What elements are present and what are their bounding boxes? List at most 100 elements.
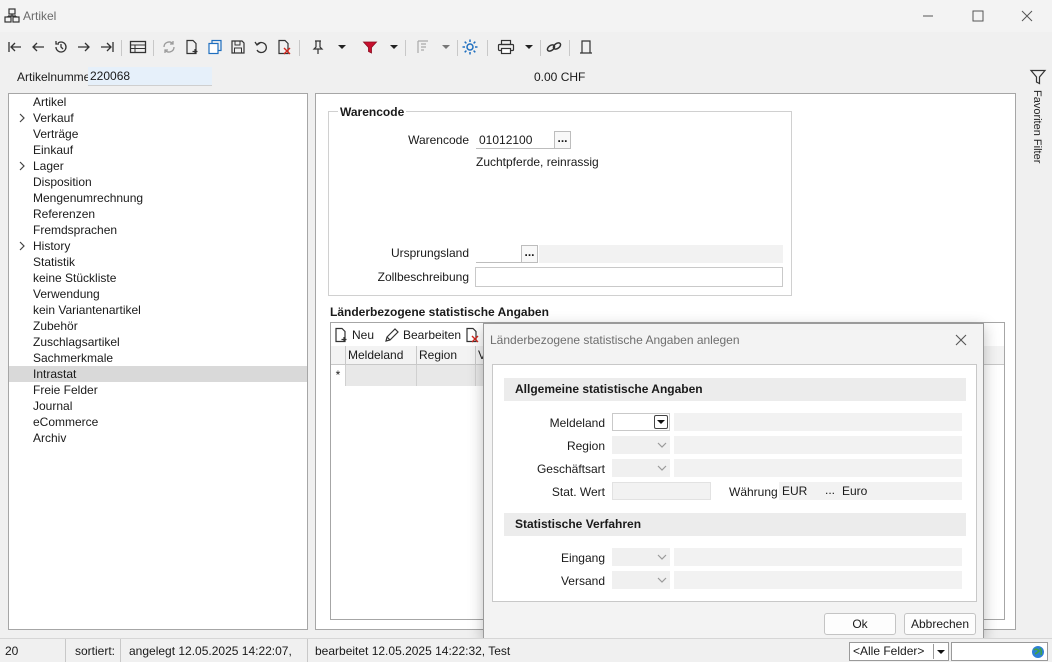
delete-entry-button[interactable] bbox=[464, 326, 480, 343]
new-document-icon[interactable] bbox=[182, 37, 202, 57]
filter-icon[interactable] bbox=[360, 37, 380, 57]
previous-record-icon[interactable] bbox=[28, 37, 48, 57]
favorites-filter-tab[interactable]: Favoriten Filter bbox=[1026, 68, 1048, 178]
table-view-icon[interactable] bbox=[128, 37, 148, 57]
chevron-right-icon[interactable] bbox=[16, 238, 28, 254]
meldeland-select[interactable] bbox=[612, 413, 670, 431]
new-entry-button[interactable]: Neu bbox=[333, 326, 374, 343]
last-record-icon[interactable] bbox=[97, 37, 117, 57]
record-count: 20 Einträge bbox=[0, 639, 66, 662]
toolbar-separator bbox=[405, 40, 406, 56]
artikelnummer-field[interactable]: 220068 bbox=[88, 67, 212, 86]
warencode-label: Warencode bbox=[408, 133, 469, 147]
dialog-close-icon[interactable] bbox=[953, 332, 969, 348]
nav-item[interactable]: Fremdsprachen bbox=[9, 222, 307, 238]
nav-item[interactable]: Statistik bbox=[9, 254, 307, 270]
nav-item-label: Mengenumrechnung bbox=[33, 191, 144, 205]
laender-dialog: Länderbezogene statistische Angaben anle… bbox=[483, 323, 984, 640]
nav-item[interactable]: Lager bbox=[9, 158, 307, 174]
table-cell[interactable] bbox=[417, 365, 476, 386]
section-allgemeine: Allgemeine statistische Angaben bbox=[504, 378, 966, 401]
nav-item[interactable]: Zuschlagsartikel bbox=[9, 334, 307, 350]
pin-icon[interactable] bbox=[308, 37, 328, 57]
sort-icon[interactable] bbox=[413, 37, 433, 57]
chevron-down-icon bbox=[657, 554, 667, 560]
nav-item-label: Sachmerkmale bbox=[33, 351, 114, 365]
column-header-meldeland[interactable]: Meldeland bbox=[346, 346, 417, 365]
nav-item-label: kein Variantenartikel bbox=[33, 303, 141, 317]
nav-item[interactable]: Disposition bbox=[9, 174, 307, 190]
nav-item[interactable]: Sachmerkmale bbox=[9, 350, 307, 366]
chevron-right-icon[interactable] bbox=[16, 158, 28, 174]
sort-dropdown-icon[interactable] bbox=[436, 37, 456, 57]
refresh-icon[interactable] bbox=[159, 37, 179, 57]
nav-item-label: Fremdsprachen bbox=[33, 223, 118, 237]
chevron-right-icon[interactable] bbox=[16, 110, 28, 126]
region-select[interactable] bbox=[612, 436, 670, 454]
minimize-button[interactable] bbox=[918, 6, 938, 26]
ursprungsland-lookup-button[interactable]: ... bbox=[521, 245, 538, 263]
nav-item[interactable]: eCommerce bbox=[9, 414, 307, 430]
pin-dropdown-icon[interactable] bbox=[332, 37, 352, 57]
nav-item[interactable]: Zubehör bbox=[9, 318, 307, 334]
nav-item[interactable]: keine Stückliste bbox=[9, 270, 307, 286]
print-dropdown-icon[interactable] bbox=[519, 37, 539, 57]
nav-item[interactable]: Intrastat bbox=[9, 366, 307, 382]
chevron-down-icon bbox=[657, 577, 667, 583]
ursprungsland-field[interactable] bbox=[476, 245, 521, 263]
status-search-input[interactable] bbox=[951, 642, 1048, 661]
nav-item[interactable]: Freie Felder bbox=[9, 382, 307, 398]
zollbeschreibung-field[interactable] bbox=[475, 267, 783, 287]
geschaeftsart-select[interactable] bbox=[612, 459, 670, 477]
maximize-button[interactable] bbox=[968, 6, 988, 26]
field-filter-select[interactable]: <Alle Felder> bbox=[849, 642, 949, 661]
nav-item[interactable]: Mengenumrechnung bbox=[9, 190, 307, 206]
statwert-field[interactable] bbox=[612, 482, 711, 500]
ursprungsland-label: Ursprungsland bbox=[390, 246, 469, 260]
filter-dropdown-icon[interactable] bbox=[384, 37, 404, 57]
versand-select[interactable] bbox=[612, 571, 670, 589]
history-icon[interactable] bbox=[51, 37, 71, 57]
copy-icon[interactable] bbox=[205, 37, 225, 57]
edit-entry-button[interactable]: Bearbeiten bbox=[384, 326, 461, 343]
waehrung-field[interactable]: EUR bbox=[779, 482, 821, 500]
nav-item[interactable]: Verkauf bbox=[9, 110, 307, 126]
save-icon[interactable] bbox=[228, 37, 248, 57]
first-record-icon[interactable] bbox=[5, 37, 25, 57]
nav-item[interactable]: Verwendung bbox=[9, 286, 307, 302]
column-header-region[interactable]: Region bbox=[417, 346, 476, 365]
sort-status: sortiert: bbox=[70, 639, 121, 662]
settings-icon[interactable] bbox=[460, 37, 480, 57]
nav-item[interactable]: Artikel bbox=[9, 94, 307, 110]
nav-item-label: Archiv bbox=[33, 431, 67, 445]
waehrung-lookup-button[interactable]: ... bbox=[821, 482, 839, 500]
meldeland-label: Meldeland bbox=[549, 416, 605, 430]
nav-item[interactable]: kein Variantenartikel bbox=[9, 302, 307, 318]
nav-item-label: Zuschlagsartikel bbox=[33, 335, 120, 349]
warencode-group-title: Warencode bbox=[338, 105, 407, 119]
nav-item-label: Lager bbox=[33, 159, 64, 173]
nav-item[interactable]: Journal bbox=[9, 398, 307, 414]
print-icon[interactable] bbox=[496, 37, 516, 57]
eingang-select[interactable] bbox=[612, 548, 670, 566]
app-icon bbox=[4, 8, 20, 23]
nav-item[interactable]: Referenzen bbox=[9, 206, 307, 222]
door-icon[interactable] bbox=[576, 37, 596, 57]
warencode-lookup-button[interactable]: ... bbox=[554, 131, 571, 149]
cancel-button[interactable]: Abbrechen bbox=[904, 613, 976, 635]
link-icon[interactable] bbox=[544, 37, 564, 57]
nav-item-label: Verkauf bbox=[33, 111, 74, 125]
undo-icon[interactable] bbox=[251, 37, 271, 57]
ok-button[interactable]: Ok bbox=[824, 613, 896, 635]
price-display: 0.00 CHF bbox=[534, 70, 586, 84]
next-record-icon[interactable] bbox=[74, 37, 94, 57]
warencode-field[interactable]: 01012100 bbox=[476, 131, 554, 149]
close-button[interactable] bbox=[1017, 6, 1037, 26]
nav-item[interactable]: Verträge bbox=[9, 126, 307, 142]
nav-item[interactable]: Archiv bbox=[9, 430, 307, 446]
delete-icon[interactable] bbox=[274, 37, 294, 57]
nav-item[interactable]: History bbox=[9, 238, 307, 254]
nav-item-label: Verwendung bbox=[33, 287, 100, 301]
nav-item[interactable]: Einkauf bbox=[9, 142, 307, 158]
table-cell[interactable] bbox=[346, 365, 417, 386]
